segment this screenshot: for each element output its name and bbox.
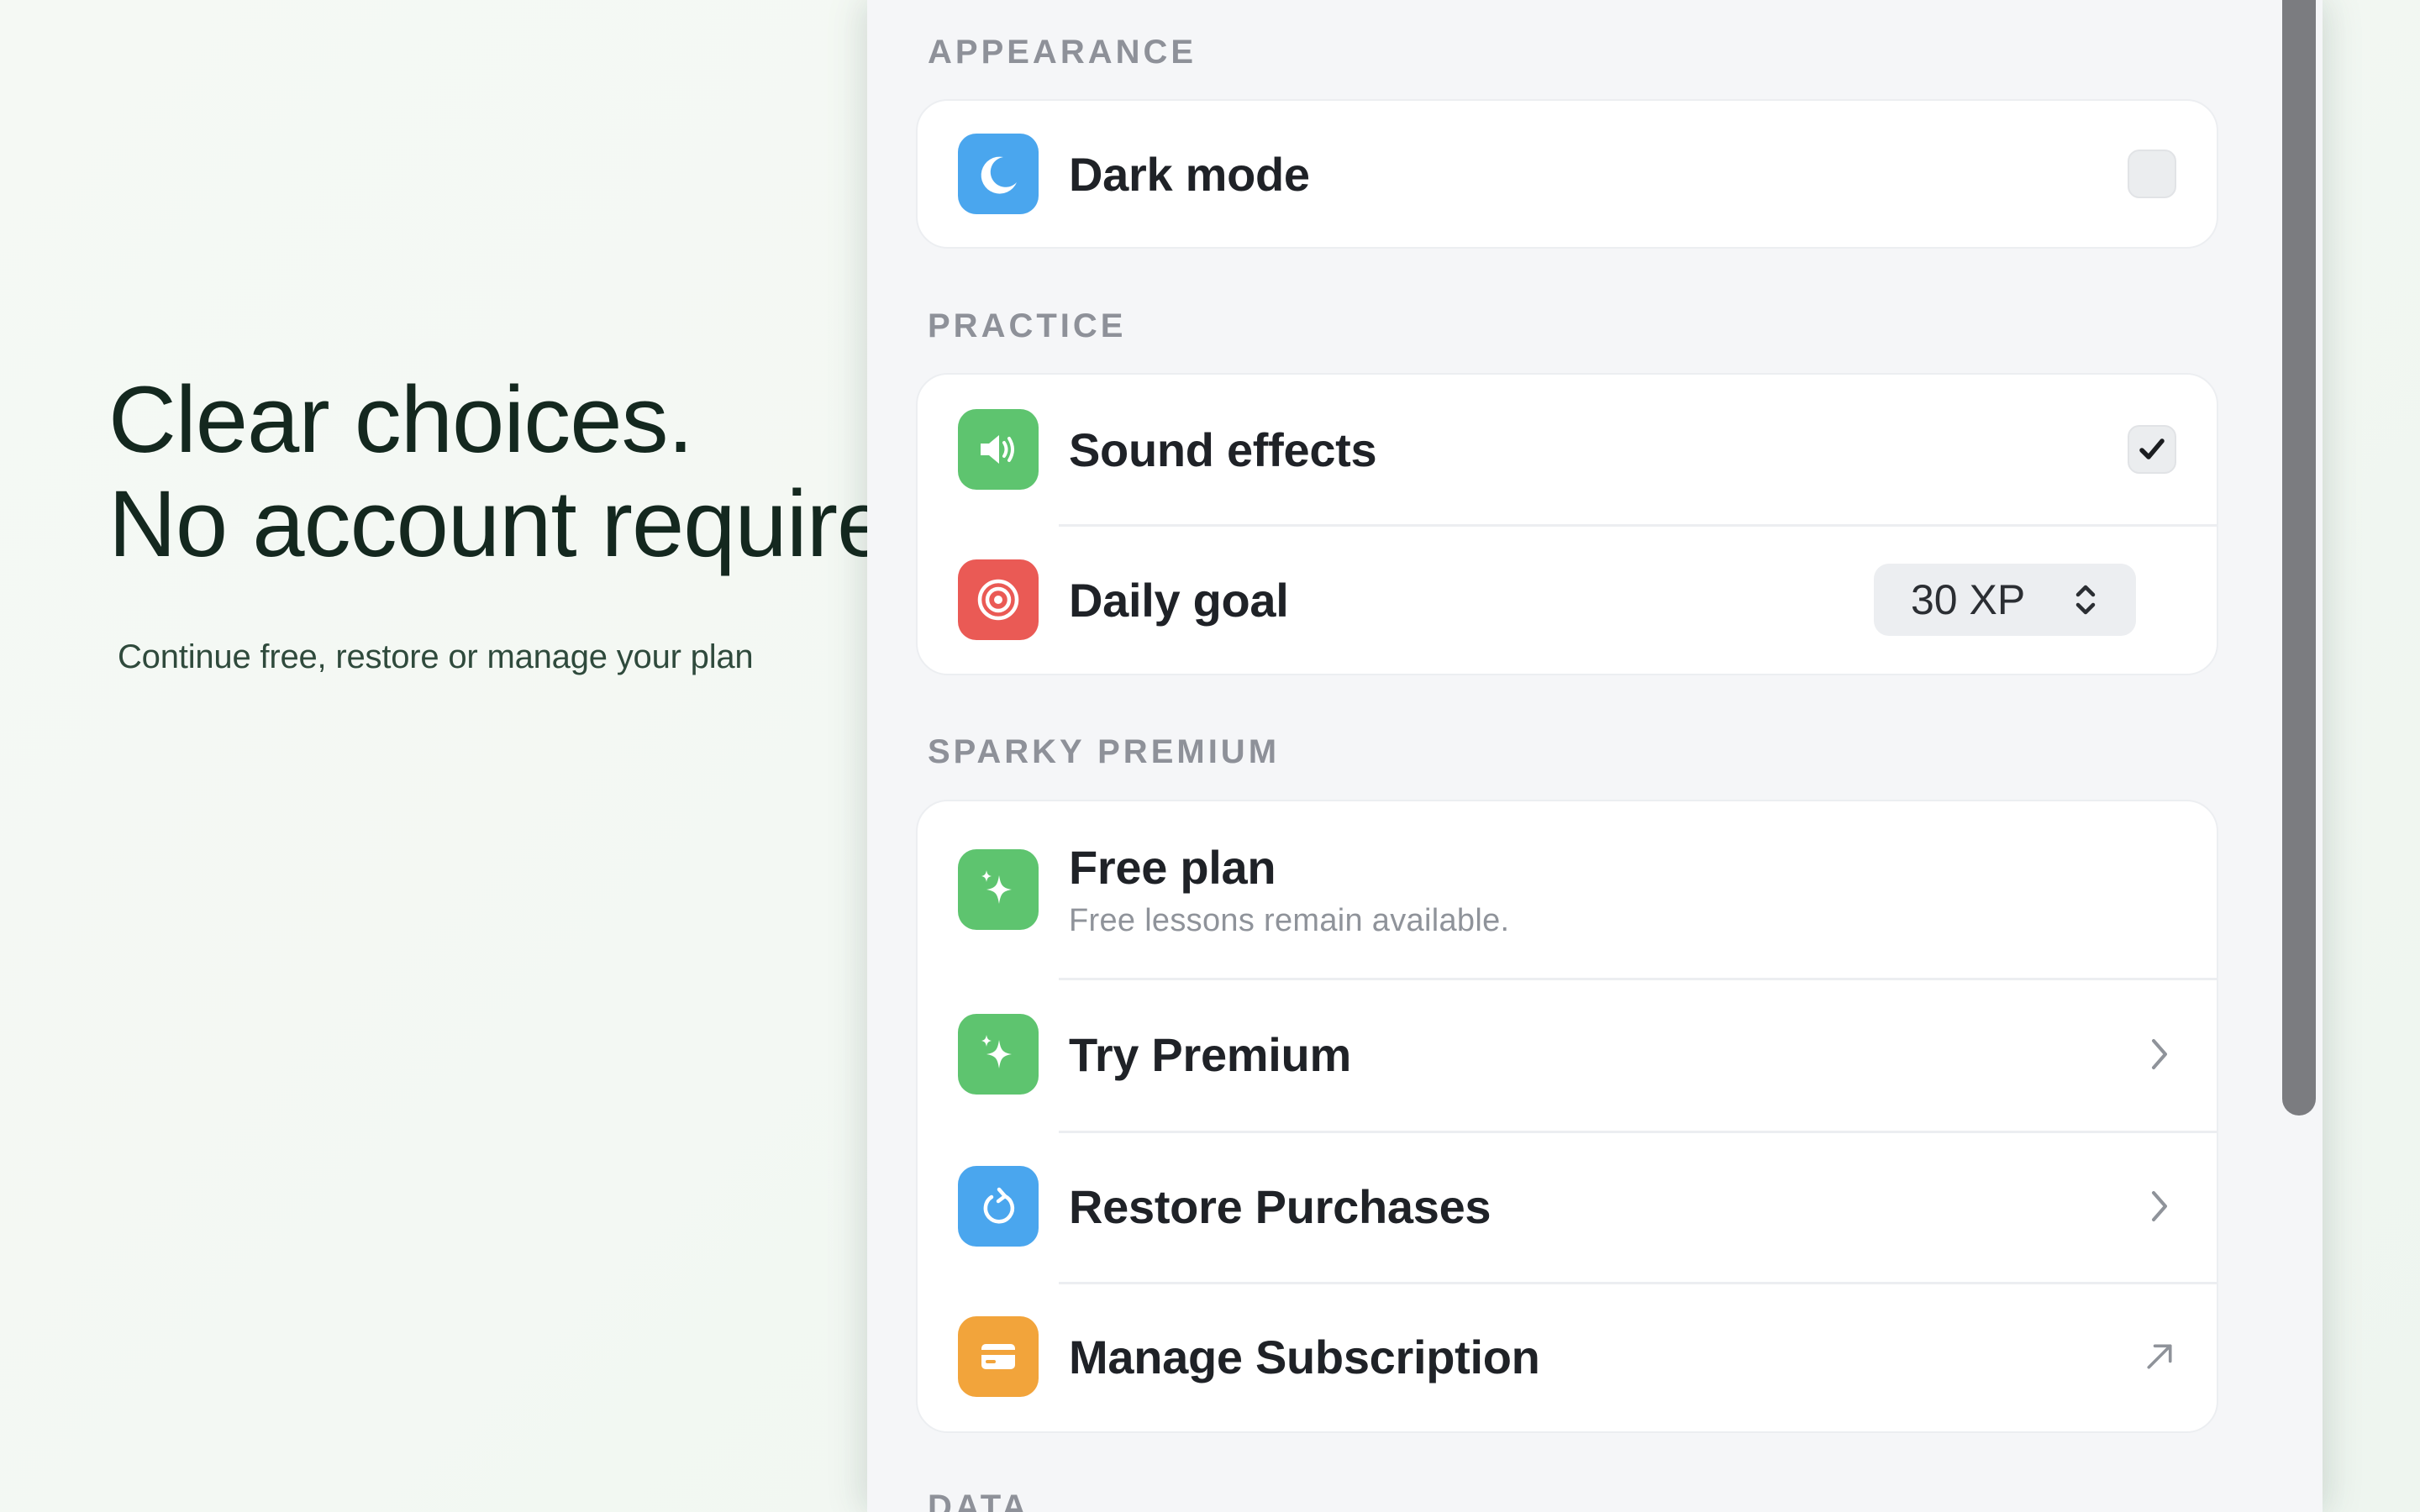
dark-mode-checkbox[interactable] xyxy=(2128,150,2176,198)
daily-goal-value: 30 XP xyxy=(1911,576,2026,623)
scrollbar[interactable] xyxy=(2282,0,2316,1512)
section-label-premium: SPARKY PREMIUM xyxy=(928,733,1281,770)
chevron-right-icon xyxy=(2143,1181,2176,1231)
external-link-arrow-icon xyxy=(2143,1331,2176,1382)
speaker-icon xyxy=(958,409,1039,490)
dark-mode-row[interactable]: Dark mode xyxy=(918,101,2217,247)
manage-subscription-row[interactable]: Manage Subscription xyxy=(918,1282,2217,1431)
restore-purchases-row[interactable]: Restore Purchases xyxy=(918,1131,2217,1282)
chevron-right-icon xyxy=(2143,1029,2176,1079)
daily-goal-row: Daily goal 30 XP xyxy=(918,524,2217,674)
dark-mode-label: Dark mode xyxy=(1069,147,1310,201)
sparkle-icon xyxy=(958,849,1039,930)
premium-card: Free plan Free lessons remain available.… xyxy=(916,800,2218,1433)
moon-icon xyxy=(958,134,1039,214)
free-plan-label: Free plan xyxy=(1069,841,1276,894)
card-icon xyxy=(958,1316,1039,1397)
daily-goal-stepper[interactable]: 30 XP xyxy=(1874,564,2136,636)
free-plan-subtitle: Free lessons remain available. xyxy=(1069,903,1510,938)
scrollbar-thumb[interactable] xyxy=(2282,0,2316,1116)
manage-subscription-label: Manage Subscription xyxy=(1069,1330,1540,1383)
sparkle-icon xyxy=(958,1014,1039,1095)
checkmark-icon xyxy=(2139,438,2165,459)
sound-effects-label: Sound effects xyxy=(1069,423,1377,476)
chevron-up-down-icon xyxy=(2075,585,2096,615)
refresh-icon xyxy=(958,1166,1039,1247)
target-icon xyxy=(958,559,1039,640)
sound-effects-checkbox[interactable] xyxy=(2128,425,2176,474)
restore-purchases-label: Restore Purchases xyxy=(1069,1179,1491,1233)
settings-panel: APPEARANCE Dark mode PRACTICE Sound effe… xyxy=(867,0,2323,1512)
sound-effects-row[interactable]: Sound effects xyxy=(918,375,2217,524)
try-premium-label: Try Premium xyxy=(1069,1027,1351,1081)
appearance-card: Dark mode xyxy=(916,99,2218,249)
section-label-data: DATA xyxy=(928,1488,1030,1512)
daily-goal-label: Daily goal xyxy=(1069,573,1289,627)
free-plan-row: Free plan Free lessons remain available. xyxy=(918,801,2217,978)
section-label-practice: PRACTICE xyxy=(928,307,1127,344)
section-label-appearance: APPEARANCE xyxy=(928,34,1197,71)
settings-scroll-area[interactable]: APPEARANCE Dark mode PRACTICE Sound effe… xyxy=(867,0,2279,1512)
try-premium-row[interactable]: Try Premium xyxy=(918,978,2217,1131)
practice-card: Sound effects Daily goal 30 XP xyxy=(916,373,2218,675)
